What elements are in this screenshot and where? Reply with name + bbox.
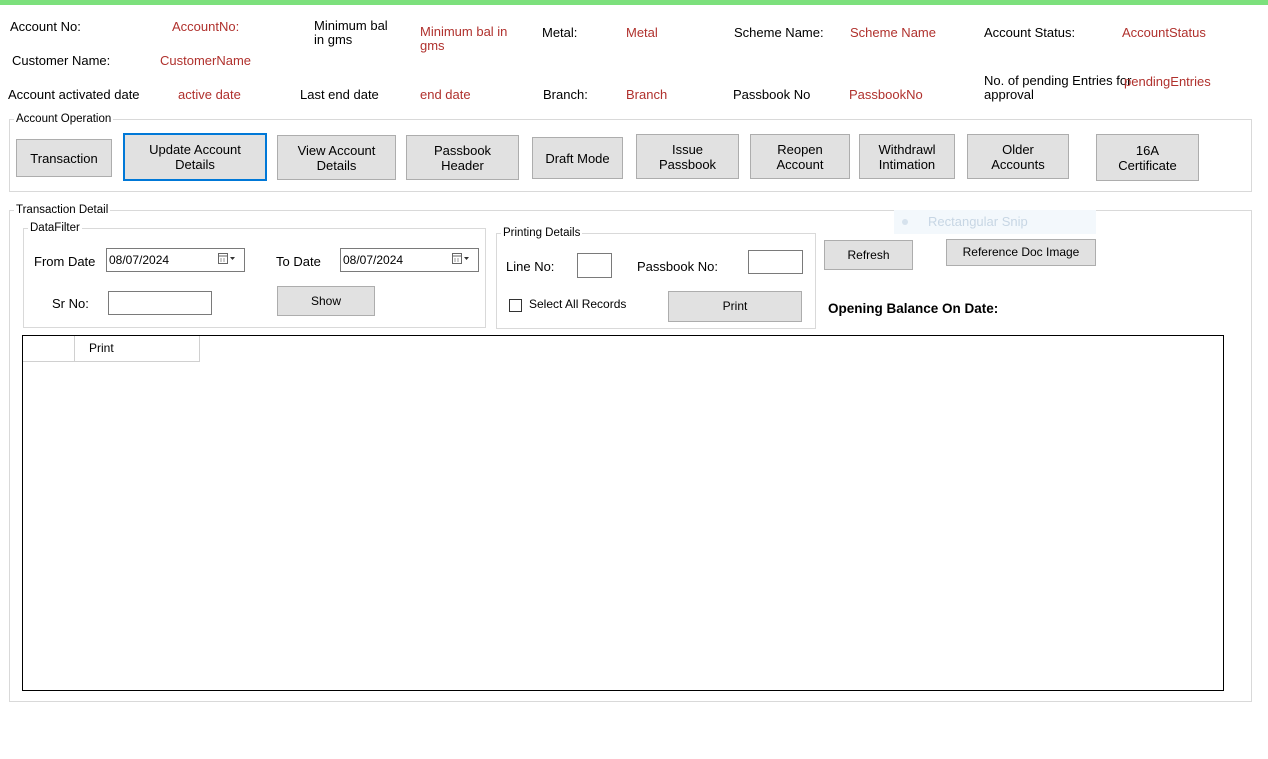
branch-value: Branch — [626, 87, 668, 102]
show-button[interactable]: Show — [277, 286, 375, 316]
passbook-header-button[interactable]: Passbook Header — [406, 135, 519, 180]
last-end-date-value: end date — [420, 87, 471, 102]
refresh-button[interactable]: Refresh — [824, 240, 913, 270]
activated-date-value: active date — [178, 87, 241, 102]
from-date-label: From Date — [34, 254, 96, 269]
transaction-grid[interactable]: Print — [22, 335, 1224, 691]
passbook-no-value: PassbookNo — [849, 87, 923, 102]
pending-entries-label: No. of pending Entries for approval — [984, 73, 1132, 102]
view-account-details-button[interactable]: View Account Details — [277, 135, 396, 180]
line-no-input[interactable] — [577, 253, 612, 278]
to-date-picker[interactable]: 08/07/2024 — [340, 248, 479, 272]
transaction-detail-legend: Transaction Detail — [16, 204, 109, 216]
reopen-account-button[interactable]: Reopen Account — [750, 134, 850, 179]
to-date-label: To Date — [276, 254, 321, 269]
datafilter-group: DataFilter — [23, 222, 486, 328]
transaction-button[interactable]: Transaction — [16, 139, 112, 177]
datafilter-legend: DataFilter — [30, 222, 80, 234]
radio-dot-icon — [902, 219, 908, 225]
printing-details-legend: Printing Details — [503, 227, 581, 239]
from-date-value: 08/07/2024 — [109, 253, 170, 267]
customer-name-value: CustomerName — [160, 53, 252, 68]
calendar-dropdown-icon[interactable] — [452, 252, 470, 266]
printing-passbook-no-label: Passbook No: — [637, 259, 718, 274]
issue-passbook-button[interactable]: Issue Passbook — [636, 134, 739, 179]
scheme-name-label: Scheme Name: — [734, 25, 824, 40]
passbook-no-label: Passbook No — [733, 87, 811, 102]
metal-label: Metal: — [542, 25, 578, 40]
from-date-picker[interactable]: 08/07/2024 — [106, 248, 245, 272]
line-no-label: Line No: — [506, 259, 555, 274]
window-accent-bar — [0, 0, 1268, 5]
16a-certificate-button[interactable]: 16A Certificate — [1096, 134, 1199, 181]
scheme-name-value: Scheme Name — [850, 25, 936, 40]
last-end-date-label: Last end date — [300, 87, 379, 102]
account-status-value: AccountStatus — [1122, 25, 1206, 40]
metal-value: Metal — [626, 25, 658, 40]
account-status-label: Account Status: — [984, 25, 1076, 40]
older-accounts-button[interactable]: Older Accounts — [967, 134, 1069, 179]
printing-passbook-no-input[interactable] — [748, 250, 803, 274]
grid-header-row: Print — [23, 336, 200, 362]
min-bal-value: Minimum bal in gms — [420, 24, 508, 53]
update-account-details-button[interactable]: Update Account Details — [123, 133, 267, 181]
to-date-value: 08/07/2024 — [343, 253, 404, 267]
pending-entries-value: pendingEntries — [1124, 74, 1211, 89]
branch-label: Branch: — [543, 87, 588, 102]
min-bal-label: Minimum bal in gms — [314, 18, 388, 47]
rectangular-snip-ghost: Rectangular Snip — [894, 210, 1096, 234]
account-operation-legend: Account Operation — [16, 113, 112, 125]
draft-mode-button[interactable]: Draft Mode — [532, 137, 623, 179]
account-no-label: Account No: — [10, 19, 81, 34]
print-button[interactable]: Print — [668, 291, 802, 322]
account-no-value: AccountNo: — [172, 19, 240, 34]
calendar-dropdown-icon[interactable] — [218, 252, 236, 266]
select-all-label: Select All Records — [529, 297, 627, 311]
sr-no-input[interactable] — [108, 291, 212, 315]
withdrawl-intimation-button[interactable]: Withdrawl Intimation — [859, 134, 955, 179]
reference-doc-image-button[interactable]: Reference Doc Image — [946, 239, 1096, 266]
grid-header-print[interactable]: Print — [75, 336, 200, 362]
select-all-checkbox[interactable] — [509, 299, 522, 312]
customer-name-label: Customer Name: — [12, 53, 111, 68]
grid-header-rowheader — [23, 336, 75, 362]
rectangular-snip-label: Rectangular Snip — [928, 214, 1028, 229]
opening-balance-label: Opening Balance On Date: — [828, 301, 999, 316]
activated-date-label: Account activated date — [8, 87, 140, 102]
sr-no-label: Sr No: — [52, 296, 89, 311]
